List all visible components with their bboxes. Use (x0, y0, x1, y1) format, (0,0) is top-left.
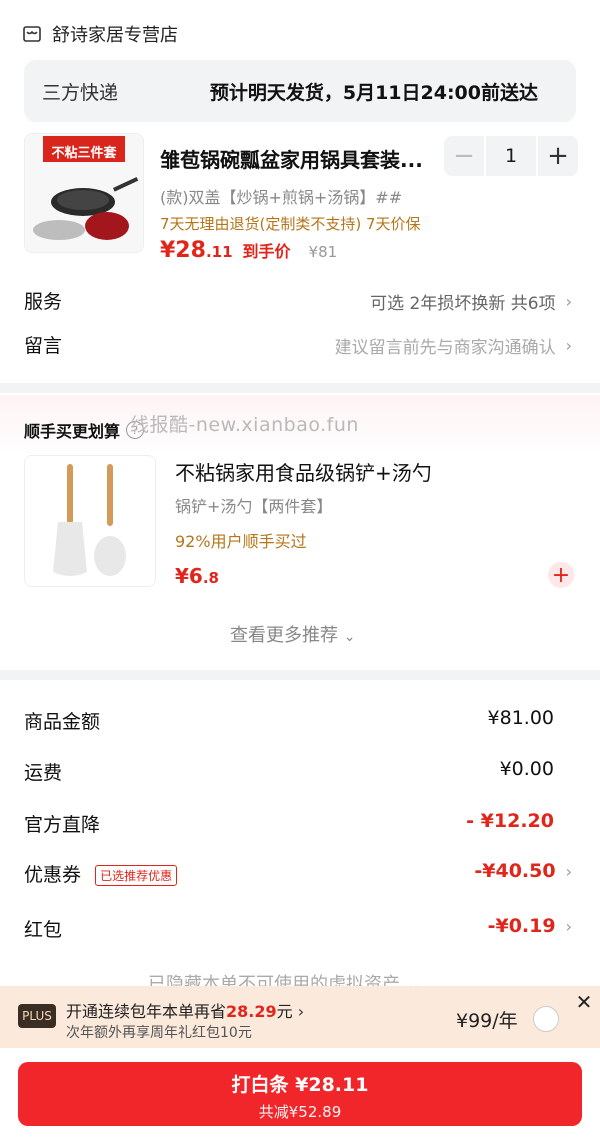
more-recommendations-link[interactable]: 查看更多推荐 ⌄ (230, 621, 355, 647)
message-placeholder: 建议留言前先与商家沟通确认 (334, 338, 556, 358)
product-price-int: ¥28 (160, 238, 206, 263)
chevron-right-icon: › (565, 336, 572, 355)
message-label: 留言 (24, 335, 63, 357)
plus-offer-prefix: 开通连续包年本单再省 (66, 1002, 227, 1021)
freight-value: ¥0.00 (499, 758, 554, 780)
store-icon (23, 26, 41, 42)
service-selector[interactable]: 可选 2年损坏换新 共6项 › (370, 289, 572, 314)
coupon-row-label: 优惠券 已选推荐优惠 (24, 860, 178, 887)
product-image-label: 不粘三件套 (51, 146, 117, 161)
addon-spec: 锅铲+汤勺【两件套】 (175, 497, 333, 516)
spatula-ladle-image (25, 456, 155, 586)
official-discount-value: - ¥12.20 (466, 810, 554, 832)
coupon-label: 优惠券 (24, 864, 82, 886)
addon-name[interactable]: 不粘锅家用食品级锅铲+汤勺 (175, 457, 432, 486)
plus-price: ¥99/年 (456, 1010, 518, 1032)
watermark-text: 线报酷-new.xianbao.fun (130, 414, 359, 436)
add-addon-button[interactable]: + (548, 562, 574, 588)
coupon-value: -¥40.50 (474, 860, 556, 882)
addon-section-title: 顺手买更划算 (24, 422, 121, 441)
quantity-stepper[interactable]: − 1 + (444, 136, 578, 176)
plus-select-radio[interactable] (533, 1006, 559, 1032)
shipping-eta: 预计明天发货，5月11日24:00前送达 (209, 81, 538, 104)
shipping-method: 三方快递 (42, 81, 119, 104)
plus-offer-text: 开通连续包年本单再省28.29元 › (66, 998, 304, 1022)
chevron-right-icon: › (565, 861, 572, 881)
pay-button-savings: 共减¥52.89 (258, 1103, 342, 1121)
coupon-selector[interactable]: -¥40.50 › (474, 860, 572, 882)
more-recommendations-label: 查看更多推荐 (230, 625, 338, 646)
decrease-button[interactable]: − (444, 136, 484, 176)
chevron-right-icon: › (565, 916, 572, 936)
increase-button[interactable]: + (538, 136, 578, 176)
pay-button[interactable]: 打白条 ¥28.11 共减¥52.89 (18, 1062, 582, 1126)
official-discount-label: 官方直降 (24, 814, 101, 836)
goods-amount-label: 商品金额 (24, 711, 101, 733)
plus-badge: PLUS (18, 1004, 56, 1028)
product-policy: 7天无理由退货(定制类不支持) 7天价保 (160, 215, 421, 233)
store-name: 舒诗家居专营店 (52, 25, 178, 46)
product-price-row: ¥28 .11 到手价 ¥81 (160, 238, 337, 263)
section-divider (0, 670, 600, 680)
plus-sub-text: 次年额外再享周年礼红包10元 (66, 1025, 252, 1041)
coupon-badge: 已选推荐优惠 (95, 865, 178, 886)
message-input[interactable]: 建议留言前先与商家沟通确认 › (335, 333, 572, 358)
redpacket-selector[interactable]: -¥0.19 › (488, 915, 572, 937)
addon-price-int: ¥6 (175, 564, 203, 588)
quantity-value[interactable]: 1 (486, 136, 536, 176)
addon-image[interactable] (24, 455, 156, 587)
plus-offer-amount: 28.29 (226, 1002, 277, 1021)
chevron-right-icon: › (297, 1002, 305, 1021)
product-price-tag: 到手价 (242, 242, 291, 261)
addon-section-header: 顺手买更划算 ? (24, 418, 145, 442)
section-divider (0, 383, 600, 393)
plus-offer-suffix: 元 (276, 1002, 293, 1021)
close-icon[interactable]: ✕ (570, 990, 598, 1014)
service-label: 服务 (24, 291, 63, 313)
product-price-dec: .11 (205, 243, 233, 261)
product-title[interactable]: 雏苞锅碗瓢盆家用锅具套装... (160, 144, 423, 173)
freight-label: 运费 (24, 762, 63, 784)
pay-button-label: 打白条 ¥28.11 (231, 1074, 369, 1096)
chevron-right-icon: › (565, 292, 572, 311)
goods-amount-value: ¥81.00 (487, 707, 554, 729)
product-image[interactable]: 不粘三件套 (24, 133, 144, 253)
redpacket-label: 红包 (24, 919, 63, 941)
service-value: 可选 2年损坏换新 共6项 (370, 294, 556, 314)
addon-price-dec: .8 (202, 569, 219, 587)
addon-bought-rate: 92%用户顺手买过 (175, 532, 307, 551)
product-original-price: ¥81 (308, 243, 338, 261)
store-header[interactable]: 舒诗家居专营店 (22, 18, 178, 50)
shipping-info[interactable]: 三方快递 预计明天发货，5月11日24:00前送达 (24, 60, 576, 122)
addon-price: ¥6 .8 (175, 564, 219, 588)
chevron-down-icon: ⌄ (343, 629, 356, 645)
product-spec[interactable]: (款)双盖【炒锅+煎锅+汤锅】## (160, 184, 402, 208)
redpacket-value: -¥0.19 (487, 915, 556, 937)
